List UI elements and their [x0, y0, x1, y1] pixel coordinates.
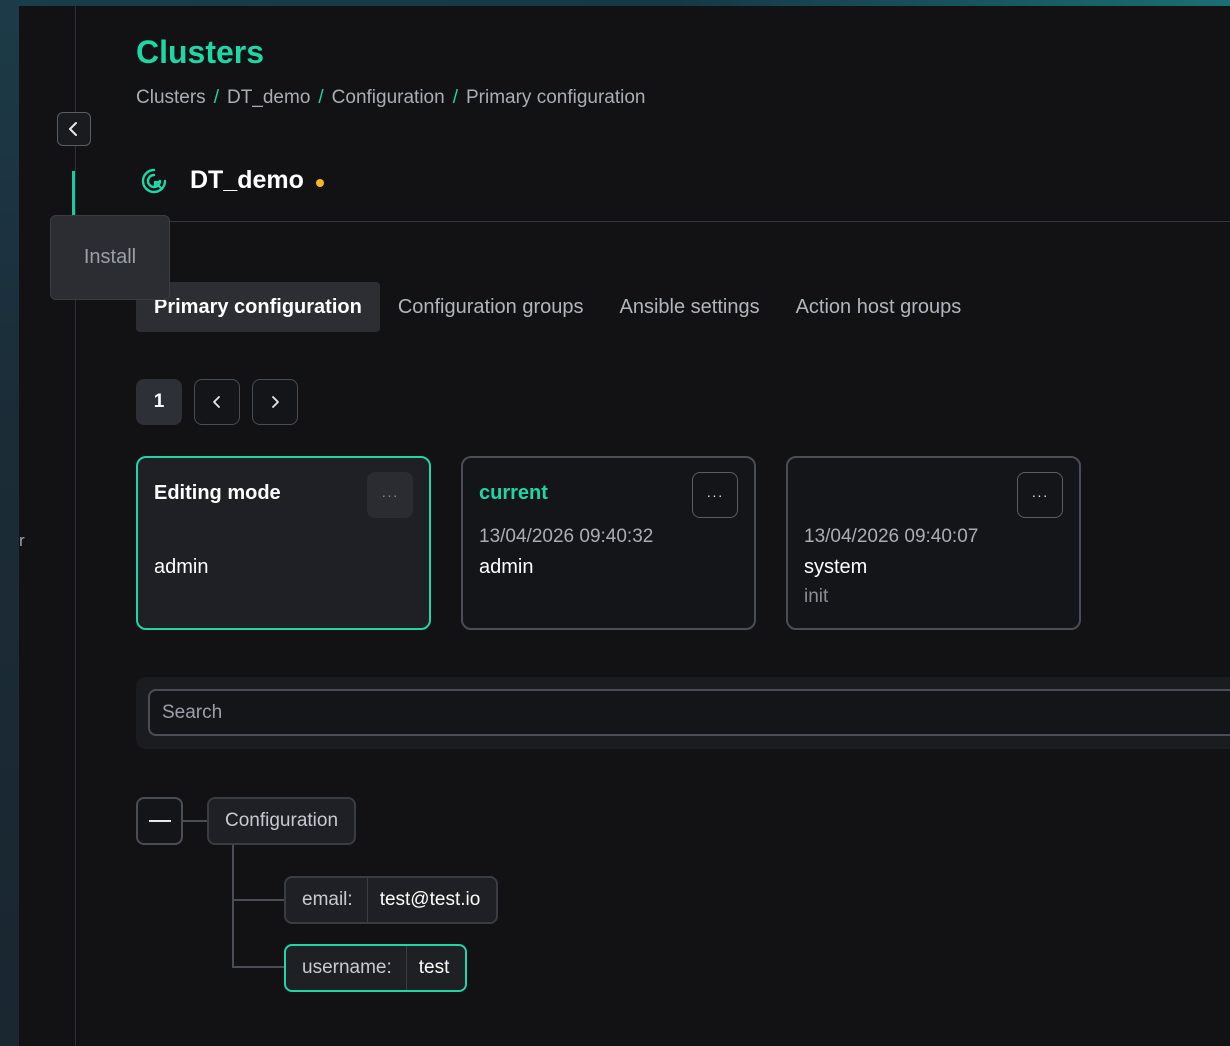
field-key: email: [286, 878, 368, 922]
card-menu-button[interactable]: ··· [367, 472, 413, 518]
pagination: 1 [136, 379, 298, 425]
page-number-button[interactable]: 1 [136, 379, 182, 425]
chevron-left-icon [213, 396, 220, 408]
breadcrumb-separator: / [318, 87, 324, 108]
prev-page-button[interactable] [194, 379, 240, 425]
tab-primary-configuration[interactable]: Primary configuration [136, 282, 380, 332]
tree-collapse-button[interactable] [136, 797, 183, 845]
card-title: current [479, 482, 548, 504]
install-tooltip: Install [50, 215, 170, 300]
breadcrumb-item-cluster[interactable]: DT_demo [227, 87, 310, 109]
card-title: Editing mode [154, 482, 281, 504]
field-value: test [418, 957, 450, 978]
tab-action-host-groups[interactable]: Action host groups [778, 282, 980, 332]
tree-field-username[interactable]: username: test [284, 944, 468, 992]
config-card-editing[interactable]: Editing mode ··· admin [136, 456, 431, 630]
cluster-name: DT_demo [190, 166, 304, 194]
page: r Clusters Clusters / DT_demo / Configur… [0, 0, 1230, 1046]
config-tabs: Primary configuration Configuration grou… [136, 282, 979, 332]
breadcrumb-item-clusters[interactable]: Clusters [136, 87, 206, 109]
breadcrumb-separator: / [452, 87, 458, 108]
card-menu-button[interactable]: ··· [692, 472, 738, 518]
search-input[interactable] [148, 689, 1230, 736]
minus-icon [148, 820, 171, 822]
config-card-init[interactable]: ··· 13/04/2026 09:40:07 system init [786, 456, 1081, 630]
tree-field-email[interactable]: email: test@test.io [284, 876, 499, 924]
page-title: Clusters [136, 34, 265, 70]
top-gradient-bar [0, 0, 1230, 6]
sidebar-divider [75, 6, 76, 1046]
breadcrumb-item-current: Primary configuration [465, 87, 646, 108]
header-divider [136, 221, 1230, 222]
tree-node-configuration[interactable]: Configuration [207, 797, 357, 845]
tree-connector [232, 966, 284, 968]
card-user: admin [479, 556, 534, 578]
cluster-spinner-icon [141, 168, 167, 193]
cluster-status-dot [315, 178, 324, 187]
chevron-right-icon [272, 396, 279, 408]
sidebar-truncated-label: r [19, 531, 25, 550]
sidebar-active-indicator [72, 171, 75, 215]
card-user: system [804, 556, 868, 578]
breadcrumb-separator: / [213, 87, 219, 108]
tree-connector [183, 820, 207, 822]
card-date: 13/04/2026 09:40:07 [804, 526, 979, 547]
card-user: admin [154, 556, 209, 578]
tab-configuration-groups[interactable]: Configuration groups [380, 282, 602, 332]
breadcrumb: Clusters / DT_demo / Configuration / Pri… [136, 87, 646, 109]
next-page-button[interactable] [252, 379, 298, 425]
config-card-current[interactable]: current ··· 13/04/2026 09:40:32 admin [461, 456, 756, 630]
cluster-header: DT_demo [140, 166, 324, 195]
card-menu-button[interactable]: ··· [1017, 472, 1063, 518]
card-description: init [804, 586, 829, 607]
tree-connector [232, 845, 234, 968]
tree-connector [232, 899, 284, 901]
field-value: test@test.io [379, 889, 481, 910]
left-edge-strip [0, 0, 19, 1046]
tab-ansible-settings[interactable]: Ansible settings [602, 282, 778, 332]
card-date: 13/04/2026 09:40:32 [479, 526, 654, 547]
breadcrumb-item-configuration[interactable]: Configuration [332, 87, 445, 109]
chevron-left-icon [69, 122, 77, 136]
field-key: username: [286, 946, 407, 990]
sidebar-collapse-button[interactable] [57, 112, 91, 146]
